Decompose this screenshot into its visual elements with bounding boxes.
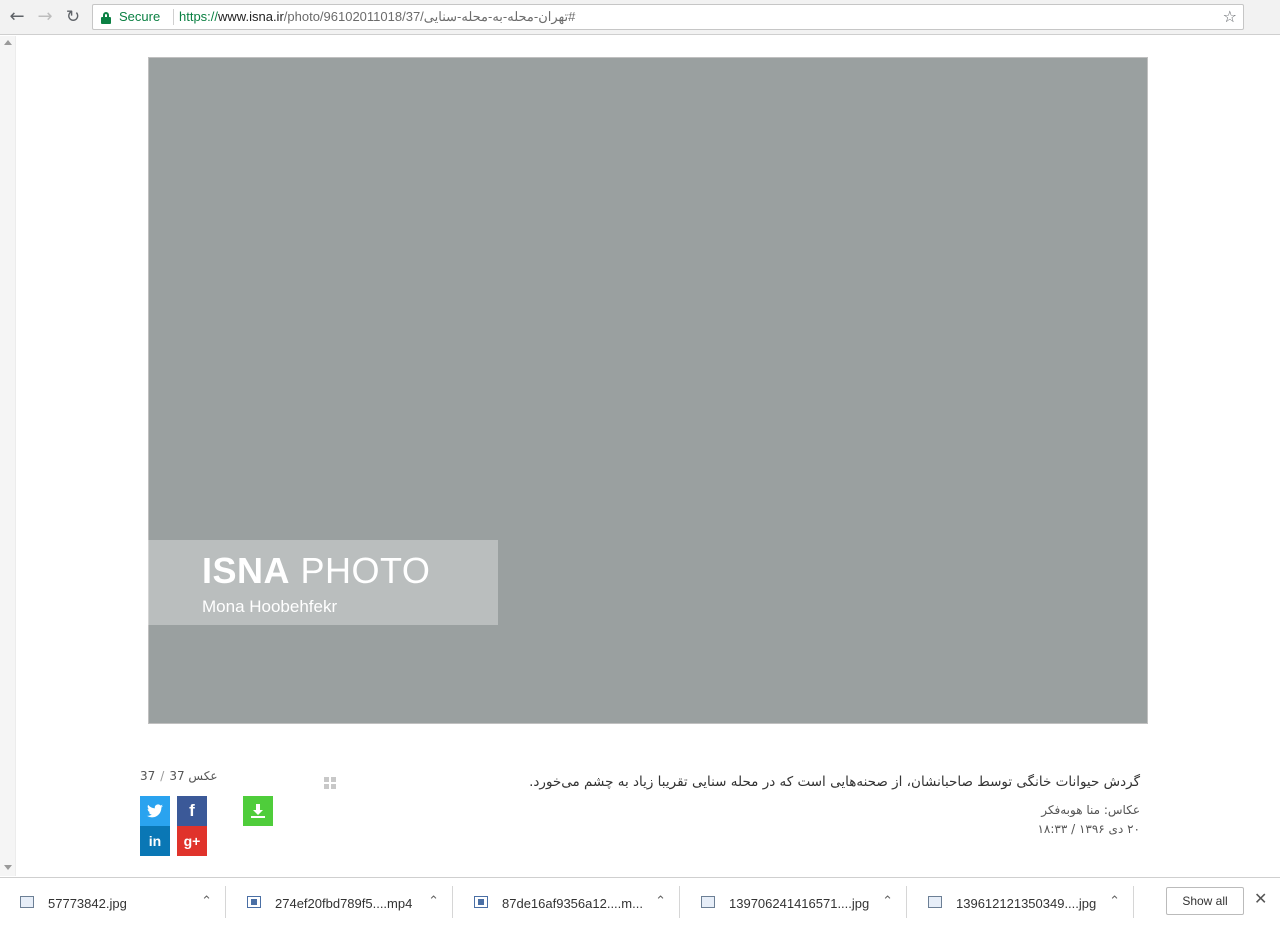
url-host: www.isna.ir [218,9,284,24]
lock-icon [101,12,111,24]
download-filename: 274ef20fbd789f5....mp4 [275,896,413,911]
reload-icon[interactable]: ↻ [62,6,84,28]
googleplus-share-button[interactable]: g+ [177,826,207,856]
counter-total: 37 عکس [169,769,218,783]
video-file-icon [474,896,488,908]
download-photo-button[interactable] [243,796,273,826]
photo-watermark: ISNA PHOTO Mona Hoobehfekr [148,540,498,625]
chevron-up-icon[interactable]: ⌃ [201,894,212,909]
grid-view-icon[interactable] [324,777,336,789]
download-divider [1133,886,1134,918]
download-divider [679,886,680,918]
photo-counter: 37 / 37 عکس [140,769,218,783]
image-file-icon [20,896,34,908]
download-icon [251,804,265,818]
browser-toolbar: ← → ↻ Secure https://www.isna.ir/photo/9… [0,0,1280,35]
download-filename: 87de16af9356a12....m... [502,896,643,911]
image-file-icon [701,896,715,908]
address-bar[interactable]: Secure https://www.isna.ir/photo/9610201… [92,4,1244,30]
download-filename: 139612121350349....jpg [956,896,1097,911]
watermark-photo-word: PHOTO [290,550,431,591]
counter-separator: / [160,769,165,783]
forward-arrow-icon[interactable]: → [34,6,56,28]
url-path: /photo/96102011018/37/تهران-محله-به-محله… [283,9,576,24]
scroll-up-arrow-icon[interactable] [4,40,12,45]
linkedin-share-button[interactable]: in [140,826,170,856]
twitter-share-button[interactable] [140,796,170,826]
photo-date: ۲۰ دی ۱۳۹۶ / ۱۸:۳۳ [1037,822,1140,836]
download-item[interactable]: 139612121350349....jpg ⌃ [908,886,1134,918]
video-file-icon [247,896,261,908]
url-scheme: https:// [179,9,219,24]
counter-current: 37 [140,769,156,783]
chevron-up-icon[interactable]: ⌃ [1109,894,1120,909]
download-item[interactable]: 87de16af9356a12....m... ⌃ [454,886,680,918]
chevron-up-icon[interactable]: ⌃ [428,894,439,909]
download-divider [906,886,907,918]
download-divider [452,886,453,918]
vertical-scrollbar[interactable] [0,36,16,876]
download-filename: 13970624141657­1....jpg [729,896,870,911]
download-item[interactable]: 57773842.jpg ⌃ [0,886,226,918]
watermark-brand: ISNA [202,550,291,591]
main-photo: ISNA PHOTO Mona Hoobehfekr [148,57,1148,724]
close-icon[interactable]: ✕ [1254,889,1267,908]
bookmark-star-icon[interactable]: ☆ [1223,7,1237,26]
download-filename: 57773842.jpg [48,896,127,911]
scroll-down-arrow-icon[interactable] [4,865,12,870]
download-divider [225,886,226,918]
back-arrow-icon[interactable]: ← [6,6,28,28]
watermark-title: ISNA PHOTO [202,550,430,592]
show-all-downloads-button[interactable]: Show all [1166,887,1244,915]
page-viewport: ISNA PHOTO Mona Hoobehfekr 37 / 37 عکس f i… [0,36,1280,876]
chevron-up-icon[interactable]: ⌃ [882,894,893,909]
address-separator [173,9,174,25]
chevron-up-icon[interactable]: ⌃ [655,894,666,909]
twitter-bird-icon [147,804,163,818]
url-text[interactable]: https://www.isna.ir/photo/96102011018/37… [179,9,575,25]
photo-caption: گردش حیوانات خانگی توسط صاحبانشان، از صح… [529,774,1140,790]
secure-label: Secure [119,9,161,24]
photographer-credit: عکاس: منا هوبه‌فکر [1041,803,1140,817]
download-item[interactable]: 13970624141657­1....jpg ⌃ [681,886,907,918]
download-item[interactable]: 274ef20fbd789f5....mp4 ⌃ [227,886,453,918]
watermark-author: Mona Hoobehfekr [202,597,338,616]
facebook-share-button[interactable]: f [177,796,207,826]
image-file-icon [928,896,942,908]
download-bar: 57773842.jpg ⌃ 274ef20fbd789f5....mp4 ⌃ … [0,877,1280,925]
